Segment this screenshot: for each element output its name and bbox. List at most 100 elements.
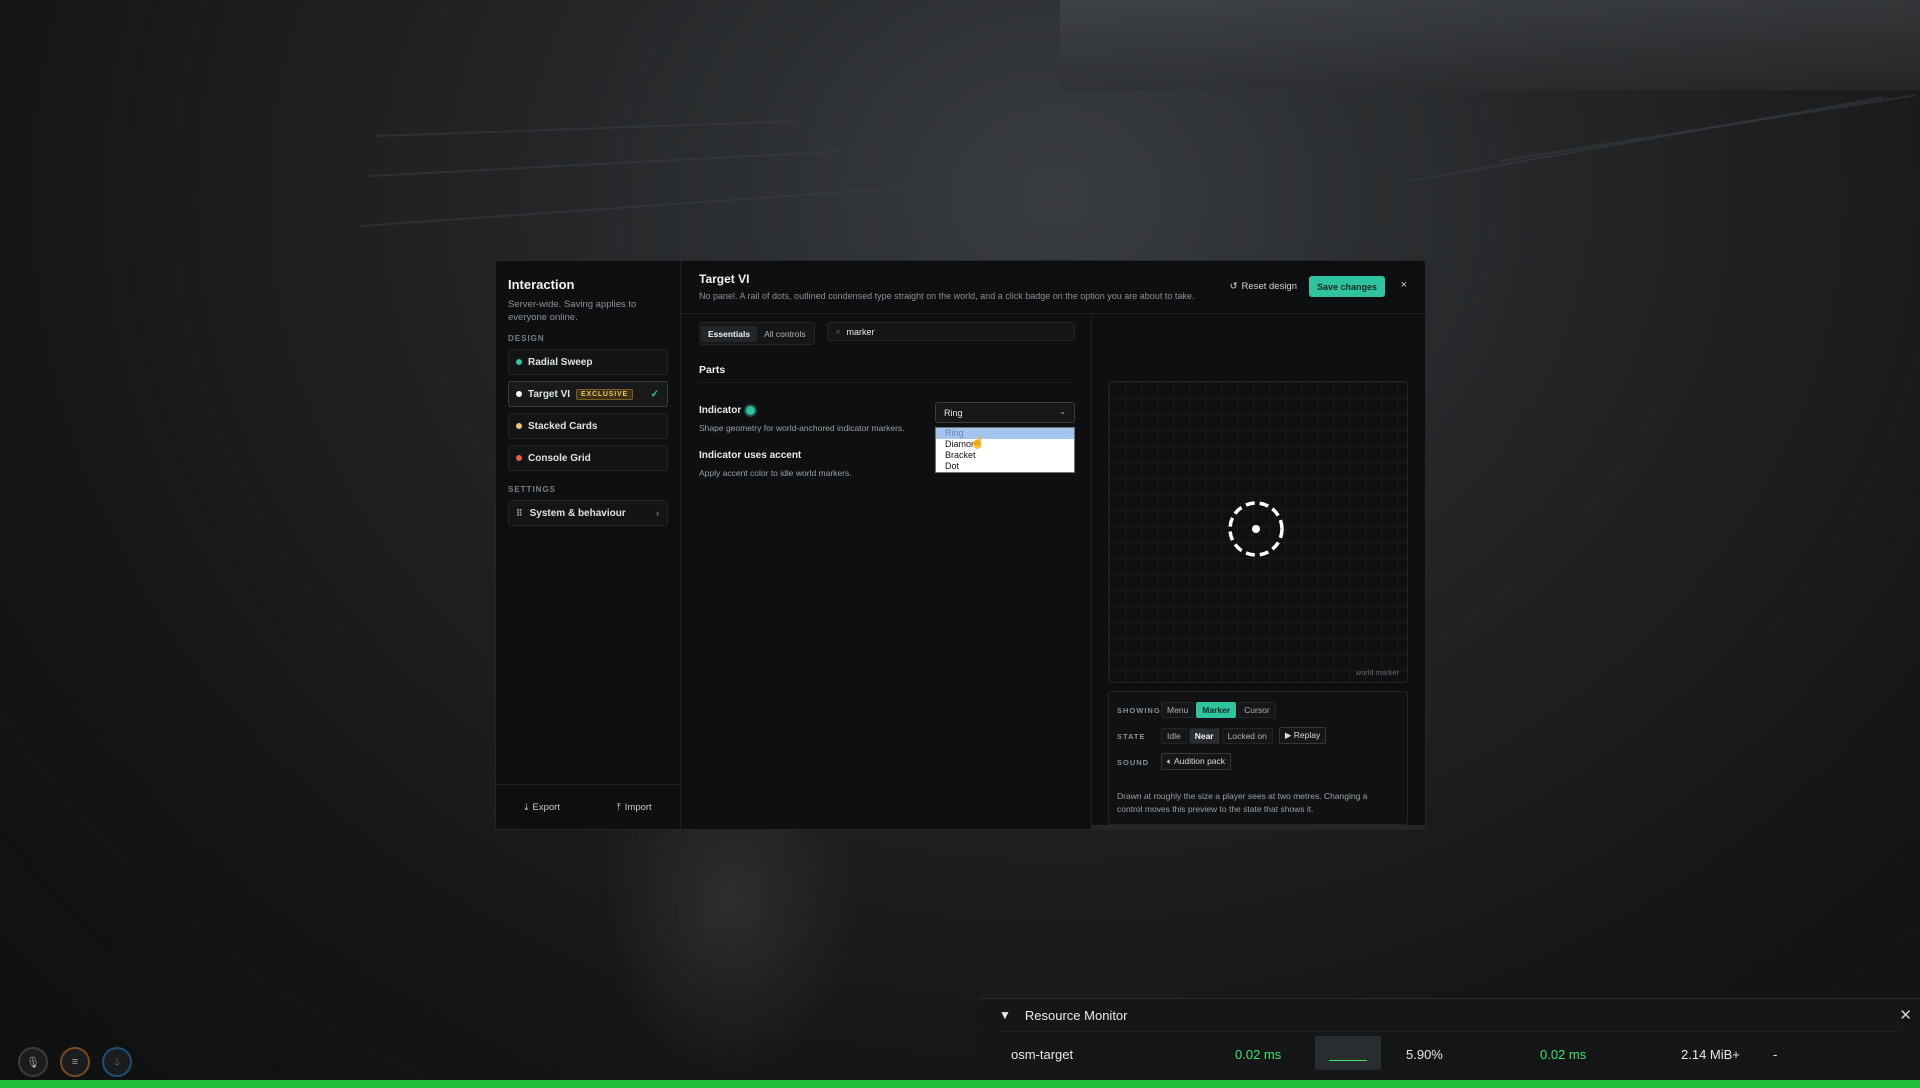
parking-line <box>1499 94 1915 162</box>
status-dot-icon <box>516 359 522 365</box>
sidebar-item-label: Radial Sweep <box>528 356 593 368</box>
showing-cursor[interactable]: Cursor <box>1238 701 1276 718</box>
sidebar-item-stacked-cards[interactable]: Stacked Cards <box>508 413 668 439</box>
option-diamond[interactable]: Diamond <box>936 439 1074 450</box>
status-bar <box>0 1080 1920 1088</box>
page-subtitle: No panel. A rail of dots, outlined conde… <box>699 291 1195 301</box>
play-icon: ▶ <box>1284 730 1294 740</box>
search-input[interactable] <box>846 326 1047 337</box>
sidebar-footer: ⤓ Export ⤒ Import <box>496 784 680 829</box>
resource-monitor: ▼ Resource Monitor ✕ osm-target 0.02 ms … <box>979 998 1920 1081</box>
parking-line <box>359 185 919 227</box>
replay-label: Replay <box>1293 730 1321 740</box>
sidebar-item-label: Target VI <box>528 388 571 400</box>
chevron-down-icon: ⌄ <box>1059 407 1066 416</box>
indicator-select-value: Ring <box>944 407 963 418</box>
export-label: Export <box>532 801 560 813</box>
status-dot-icon <box>516 455 522 461</box>
settings-section-label: SETTINGS <box>508 485 557 494</box>
extra-value: - <box>1773 1046 1778 1062</box>
state-idle[interactable]: Idle <box>1161 727 1187 744</box>
thirst-icon: 💧︎ <box>102 1047 132 1077</box>
hunger-icon: ≡ <box>60 1047 90 1077</box>
preview-note: Drawn at roughly the size a player sees … <box>1117 791 1368 814</box>
import-button[interactable]: ⤒ Import <box>617 802 652 813</box>
sidebar-item-console-grid[interactable]: Console Grid <box>508 445 668 471</box>
indicator-description: Shape geometry for world-anchored indica… <box>699 423 905 433</box>
view-tabs: Essentials All controls <box>699 322 815 345</box>
download-icon: ⤓ <box>524 801 529 813</box>
cpu-sparkline <box>1315 1036 1381 1070</box>
option-dot[interactable]: Dot <box>936 461 1074 472</box>
section-title: Parts <box>699 364 726 376</box>
parking-line <box>374 120 795 137</box>
microphone-icon: 🎙︎ <box>18 1047 48 1077</box>
preview-canvas: world marker <box>1108 381 1408 683</box>
chevron-right-icon: › <box>656 508 659 518</box>
indicator-label: Indicator <box>699 405 756 416</box>
audition-label: Audition pack <box>1174 756 1226 766</box>
sidebar-item-label: Stacked Cards <box>528 420 598 432</box>
sidebar-item-label: Console Grid <box>528 452 591 464</box>
parking-line <box>369 150 840 177</box>
hand-cursor-icon: ☝ <box>970 435 985 449</box>
sound-segment: 🔈︎ Audition pack <box>1161 753 1232 770</box>
indicator-label-text: Indicator <box>699 405 742 416</box>
showing-segment: Menu Marker Cursor <box>1161 701 1276 718</box>
close-icon[interactable]: ✕ <box>1899 1006 1912 1024</box>
speaker-icon: 🔈︎ <box>1167 756 1174 766</box>
sidebar-subtitle: Server-wide. Saving applies to everyone … <box>508 299 637 323</box>
sidebar: Interaction Server-wide. Saving applies … <box>496 261 681 829</box>
showing-marker[interactable]: Marker <box>1196 701 1237 718</box>
indicator-dropdown: Ring Diamond Bracket Dot <box>935 427 1075 473</box>
state-locked-on[interactable]: Locked on <box>1221 727 1273 744</box>
accent-description: Apply accent color to idle world markers… <box>699 468 852 478</box>
sidebar-item-radial-sweep[interactable]: Radial Sweep <box>508 349 668 375</box>
option-bracket[interactable]: Bracket <box>936 450 1074 461</box>
content-header: Target VI No panel. A rail of dots, outl… <box>681 261 1425 313</box>
replay-button[interactable]: ▶ Replay <box>1278 727 1327 744</box>
resource-monitor-title: Resource Monitor <box>1024 1007 1128 1023</box>
collapse-triangle-icon[interactable]: ▼ <box>999 1008 1011 1022</box>
status-dot-icon <box>516 391 522 397</box>
design-section-label: DESIGN <box>508 334 545 343</box>
import-label: Import <box>624 801 652 813</box>
horizontal-scrollbar[interactable] <box>1091 825 1425 829</box>
sidebar-item-target-vi[interactable]: Target VI EXCLUSIVE ✓ <box>508 381 668 407</box>
memory-usage: 2.14 MiB+ <box>1681 1046 1740 1062</box>
exclusive-badge: EXCLUSIVE <box>576 388 633 400</box>
tab-essentials[interactable]: Essentials <box>701 325 758 342</box>
sidebar-item-label: System & behaviour <box>529 507 626 519</box>
accent-label: Indicator uses accent <box>699 450 802 461</box>
showing-label: SHOWING <box>1117 706 1161 715</box>
check-icon: ✓ <box>650 388 659 400</box>
sound-label: SOUND <box>1117 758 1150 767</box>
sidebar-item-system-behaviour[interactable]: ⠿ System & behaviour › <box>508 500 668 526</box>
status-dot-icon <box>516 423 522 429</box>
upload-icon: ⤒ <box>616 801 621 813</box>
reset-label: Reset design <box>1241 281 1297 292</box>
reset-icon: ↺ <box>1229 281 1238 292</box>
option-ring[interactable]: Ring <box>936 428 1074 439</box>
cpu-time: 0.02 ms <box>1235 1046 1282 1062</box>
export-button[interactable]: ⤓ Export <box>524 802 560 813</box>
page-title: Target VI <box>699 272 750 286</box>
showing-menu[interactable]: Menu <box>1161 701 1195 718</box>
preview-corner-label: world marker <box>1355 668 1399 677</box>
interaction-modal: Interaction Server-wide. Saving applies … <box>495 260 1426 830</box>
state-near[interactable]: Near <box>1188 727 1220 744</box>
resource-monitor-header: ▼ Resource Monitor ✕ <box>979 999 1920 1031</box>
preview-controls: SHOWING Menu Marker Cursor STATE Idle Ne… <box>1108 691 1408 825</box>
ring-marker-icon <box>1228 501 1284 557</box>
close-icon[interactable]: × <box>1401 279 1407 291</box>
tab-all-controls[interactable]: All controls <box>757 326 813 342</box>
save-changes-button[interactable]: Save changes <box>1308 276 1385 297</box>
audition-pack-button[interactable]: 🔈︎ Audition pack <box>1161 753 1232 770</box>
indicator-select[interactable]: Ring ⌄ <box>935 402 1075 423</box>
sidebar-title: Interaction <box>508 277 575 292</box>
reset-design-button[interactable]: ↺ Reset design <box>1230 281 1297 292</box>
state-label: STATE <box>1117 732 1146 741</box>
search-icon: ⌕ <box>836 326 841 336</box>
background-building <box>1060 0 1920 90</box>
info-icon[interactable] <box>746 406 756 415</box>
